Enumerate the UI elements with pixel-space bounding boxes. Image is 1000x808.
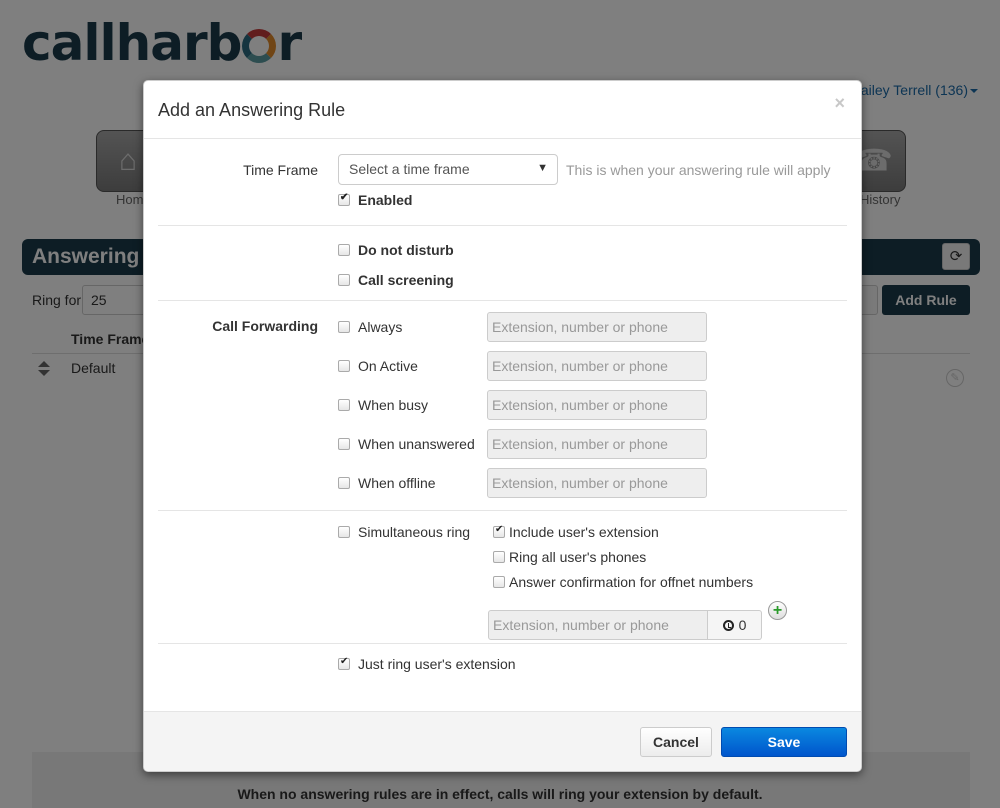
time-frame-select[interactable]: Select a time frame ▼ [338, 154, 558, 185]
time-frame-label: Time Frame [243, 162, 318, 178]
modal-footer: Cancel Save [144, 711, 861, 771]
do-not-disturb-label: Do not disturb [358, 242, 454, 258]
call-forwarding-label: Call Forwarding [212, 318, 318, 334]
forward-when-offline-checkbox[interactable] [338, 477, 350, 489]
call-screening-checkbox[interactable] [338, 274, 350, 286]
forward-when-unanswered-row[interactable]: When unanswered [338, 436, 475, 452]
forward-always-input[interactable] [487, 312, 707, 342]
forward-on-active-input[interactable] [487, 351, 707, 381]
enabled-checkbox[interactable] [338, 192, 350, 206]
forward-when-busy-row[interactable]: When busy [338, 397, 428, 413]
forward-when-offline-input[interactable] [487, 468, 707, 498]
simultaneous-ring-input[interactable] [488, 610, 708, 640]
forward-always-label: Always [358, 319, 403, 335]
do-not-disturb-row[interactable]: Do not disturb [338, 242, 454, 258]
save-button[interactable]: Save [721, 727, 847, 757]
clock-icon [722, 619, 734, 631]
forward-when-busy-input[interactable] [487, 390, 707, 420]
forward-when-unanswered-label: When unanswered [358, 436, 475, 452]
dropdown-arrow-icon: ▼ [537, 162, 548, 174]
forward-always-checkbox[interactable] [338, 321, 350, 333]
call-screening-label: Call screening [358, 272, 454, 288]
modal-title: Add an Answering Rule [158, 100, 346, 120]
divider [158, 225, 847, 226]
forward-when-offline-row[interactable]: When offline [338, 475, 436, 491]
ring-delay-button[interactable]: 0 [708, 610, 762, 640]
forward-always-row[interactable]: Always [338, 319, 402, 335]
forward-when-unanswered-checkbox[interactable] [338, 438, 350, 450]
do-not-disturb-checkbox[interactable] [338, 244, 350, 256]
just-ring-extension-checkbox[interactable] [338, 656, 350, 670]
add-number-icon[interactable]: + [768, 601, 787, 620]
forward-when-unanswered-input[interactable] [487, 429, 707, 459]
divider [158, 300, 847, 301]
forward-when-offline-label: When offline [358, 475, 436, 491]
add-answering-rule-modal: Add an Answering Rule × Time Frame Selec… [143, 80, 862, 772]
forward-when-busy-label: When busy [358, 397, 429, 413]
enabled-label: Enabled [358, 192, 413, 208]
forward-on-active-checkbox[interactable] [338, 360, 350, 372]
answer-confirmation-label: Answer confirmation for offnet numbers [509, 574, 754, 590]
close-icon[interactable]: × [834, 93, 845, 114]
simultaneous-ring-row[interactable]: Simultaneous ring [338, 524, 470, 540]
ring-all-phones-checkbox[interactable] [493, 551, 505, 563]
time-frame-selected: Select a time frame [349, 161, 470, 177]
answer-confirmation-checkbox[interactable] [493, 576, 505, 588]
ring-delay-value: 0 [738, 617, 747, 633]
just-ring-extension-row[interactable]: Just ring user's extension [338, 656, 516, 672]
include-extension-label: Include user's extension [509, 524, 659, 540]
enabled-checkbox-row[interactable]: Enabled [338, 192, 412, 208]
simultaneous-ring-label: Simultaneous ring [358, 524, 471, 540]
just-ring-extension-label: Just ring user's extension [358, 656, 516, 672]
forward-on-active-row[interactable]: On Active [338, 358, 418, 374]
simultaneous-ring-input-group: 0 [488, 610, 762, 640]
modal-header: Add an Answering Rule × [144, 81, 861, 139]
ring-all-phones-row[interactable]: Ring all user's phones [493, 549, 646, 565]
call-screening-row[interactable]: Call screening [338, 272, 454, 288]
divider [158, 510, 847, 511]
include-extension-row[interactable]: Include user's extension [493, 524, 659, 540]
ring-all-phones-label: Ring all user's phones [509, 549, 647, 565]
time-frame-help: This is when your answering rule will ap… [566, 162, 831, 178]
forward-on-active-label: On Active [358, 358, 418, 374]
simultaneous-ring-checkbox[interactable] [338, 526, 350, 538]
divider [158, 643, 847, 644]
forward-when-busy-checkbox[interactable] [338, 399, 350, 411]
include-extension-checkbox[interactable] [493, 524, 505, 538]
cancel-button[interactable]: Cancel [640, 727, 712, 757]
answer-confirmation-row[interactable]: Answer confirmation for offnet numbers [493, 574, 753, 590]
